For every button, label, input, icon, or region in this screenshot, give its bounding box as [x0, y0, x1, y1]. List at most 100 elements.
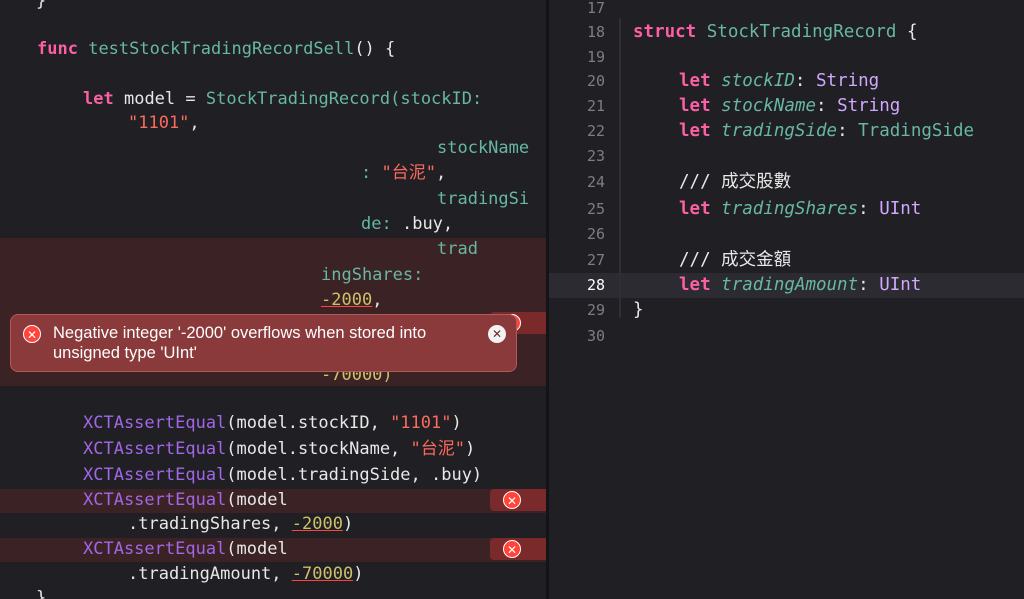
let-keyword: let — [83, 89, 114, 109]
line-number: 23 — [586, 147, 605, 165]
line-number: 24 — [586, 173, 605, 191]
func-sig-tail: () { — [354, 39, 396, 59]
let-keyword: let — [679, 121, 711, 141]
arg1-label: (stockID: — [390, 89, 483, 109]
field-tradingShares: let tradingShares: UInt — [679, 199, 922, 219]
field-tradingAmount: let tradingAmount: UInt — [679, 275, 922, 295]
arg1-value: "1101" — [128, 113, 190, 133]
assert-fn: XCTAssertEqual — [83, 439, 227, 459]
error-message: Negative integer '-2000' overflows when … — [53, 324, 427, 362]
arg2-label-a: stockName — [437, 138, 530, 158]
field-type: UInt — [879, 275, 922, 295]
struct-declaration: struct StockTradingRecord { — [633, 20, 918, 45]
assert-cont: .tradingShares, — [128, 514, 292, 534]
right-editor-pane[interactable]: 17 18 19 20 21 22 23 24 25 26 27 28 29 3… — [549, 0, 1024, 599]
assert-fn: XCTAssertEqual — [83, 413, 227, 433]
let-keyword: let — [679, 199, 711, 219]
arg2-value: "台泥" — [381, 163, 436, 183]
field-type: UInt — [879, 199, 922, 219]
arg4-label-b: ingShares: — [321, 265, 424, 285]
current-line-number: 28 — [586, 276, 605, 294]
paren: ) — [353, 564, 364, 584]
brace: { — [896, 22, 918, 42]
line-number: 17 — [586, 0, 605, 17]
assert-num: -2000 — [291, 514, 343, 534]
line-number: 21 — [586, 97, 605, 115]
assert-args: (model.stockName, — [226, 439, 411, 459]
struct-name: StockTradingRecord — [706, 22, 897, 42]
assert-cont: .tradingAmount, — [128, 564, 292, 584]
arg4-label-a: trad — [437, 239, 478, 259]
assert-line-3: XCTAssertEqual(model.tradingSide, .buy) — [83, 464, 482, 486]
field-stockName: let stockName: String — [679, 96, 901, 116]
assert-line-4-cont: .tradingShares, -2000) — [128, 513, 353, 535]
comma: , — [435, 163, 447, 183]
assert-args: (model.tradingSide, .buy) — [226, 465, 483, 485]
field-tradingSide: let tradingSide: TradingSide — [679, 121, 975, 141]
func-keyword: func — [37, 39, 78, 59]
field-name: tradingAmount — [721, 275, 859, 295]
let-keyword: let — [679, 71, 711, 91]
assert-fn: XCTAssertEqual — [83, 490, 227, 510]
line-number: 29 — [586, 301, 605, 319]
field-name: stockName — [721, 96, 816, 116]
line-number: 19 — [586, 48, 605, 66]
error-popup[interactable]: ✕ Negative integer '-2000' overflows whe… — [10, 314, 517, 372]
model-eq: model = — [123, 89, 196, 109]
field-name: stockID — [721, 71, 795, 91]
assert-args: (model — [226, 490, 288, 510]
paren: ) — [465, 439, 476, 459]
assert-str: "台泥" — [410, 439, 466, 459]
field-stockID: let stockID: String — [679, 71, 880, 91]
arg1-value-line: "1101", — [128, 112, 200, 134]
line-number: 26 — [586, 225, 605, 243]
field-type: TradingSide — [858, 121, 975, 141]
line-number: 18 — [586, 23, 605, 41]
arg3-label-b: de: — [361, 214, 392, 234]
line-number: 30 — [586, 327, 605, 345]
doc-comment: /// 成交股數 — [679, 172, 792, 192]
field-name: tradingShares — [721, 199, 859, 219]
let-keyword: let — [679, 96, 711, 116]
assert-line-4: XCTAssertEqual(model — [83, 489, 288, 511]
struct-keyword: struct — [633, 22, 697, 42]
assert-fn: XCTAssertEqual — [83, 539, 227, 559]
closing-brace: } — [36, 0, 47, 11]
error-circle-icon: ✕ — [23, 325, 41, 343]
assert-line-5-cont: .tradingAmount, -70000) — [128, 563, 363, 585]
func-declaration: func testStockTradingRecordSell() { — [37, 38, 395, 60]
assert-args: (model — [226, 539, 288, 559]
close-icon[interactable]: ✕ — [488, 325, 506, 343]
assert-args: (model.stockID, — [226, 413, 391, 433]
assert-num: -70000 — [291, 564, 354, 584]
line-number: 25 — [586, 200, 605, 218]
arg2-line: : "台泥", — [361, 162, 446, 184]
arg3-label-a: tradingSi — [437, 189, 530, 209]
assert-fn: XCTAssertEqual — [83, 465, 227, 485]
paren: ) — [342, 514, 354, 534]
arg2-label-b: : — [361, 163, 372, 183]
arg4-value-line: -2000, — [321, 289, 382, 311]
comma: , — [189, 113, 200, 133]
assert-line-1: XCTAssertEqual(model.stockID, "1101") — [83, 412, 462, 434]
error-circle-icon: ✕ — [503, 491, 521, 509]
error-circle-icon: ✕ — [503, 540, 521, 558]
error-gutter-marker[interactable]: ✕ — [490, 538, 546, 560]
field-type: String — [837, 96, 901, 116]
comma: , — [372, 290, 383, 310]
doc-comment: /// 成交金額 — [679, 250, 792, 270]
error-gutter-marker[interactable]: ✕ — [490, 489, 546, 511]
field-type: String — [816, 71, 880, 91]
paren: ) — [451, 413, 462, 433]
line-number: 20 — [586, 72, 605, 90]
ctor-name: StockTradingRecord — [205, 89, 391, 109]
struct-close-brace: } — [633, 300, 644, 320]
arg4-value: -2000 — [321, 290, 373, 310]
assert-line-2: XCTAssertEqual(model.stockName, "台泥") — [83, 438, 475, 460]
assert-str: "1101" — [390, 413, 452, 433]
code-fold-ribbon[interactable] — [619, 18, 621, 318]
func-name: testStockTradingRecordSell — [88, 39, 355, 59]
model-declaration: let model = StockTradingRecord(stockID: — [83, 88, 482, 110]
field-name: tradingSide — [721, 121, 838, 141]
left-editor-pane[interactable]: } func testStockTradingRecordSell() { le… — [0, 0, 546, 599]
